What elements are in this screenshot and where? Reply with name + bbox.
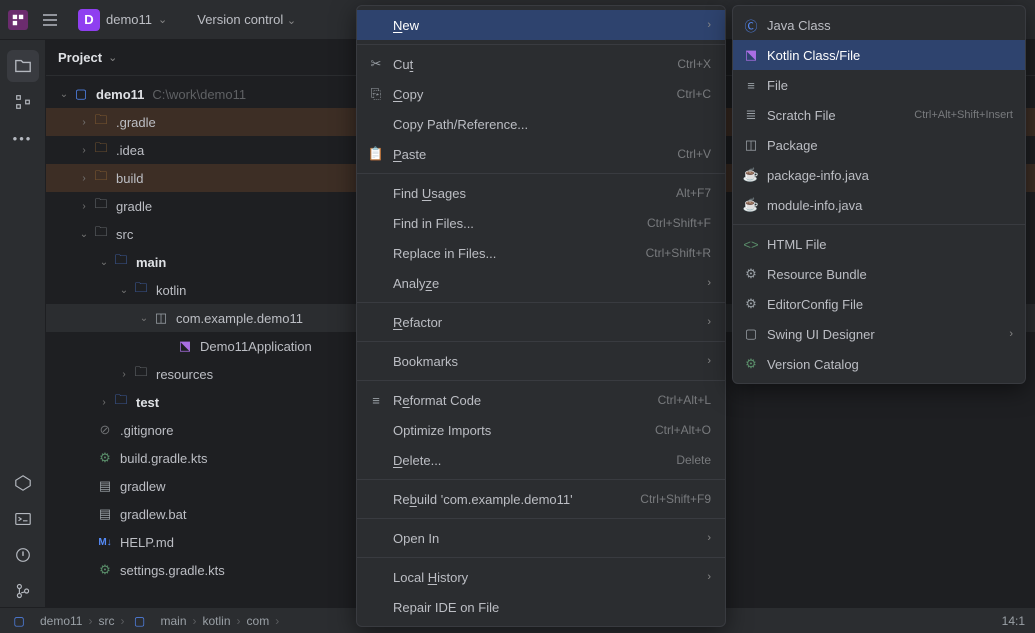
ctx-copy[interactable]: ⎘ Copy Ctrl+C <box>357 79 725 109</box>
sub-versioncatalog[interactable]: ⚙ Version Catalog <box>733 349 1025 379</box>
build-tool-icon[interactable] <box>7 467 39 499</box>
chevron-right-icon: › <box>707 19 711 31</box>
project-tool-icon[interactable] <box>7 50 39 82</box>
ctx-optimize[interactable]: Optimize Imports Ctrl+Alt+O <box>357 415 725 445</box>
java-icon: ☕ <box>742 197 760 213</box>
sub-moduleinfo[interactable]: ☕ module-info.java <box>733 190 1025 220</box>
ctx-analyze[interactable]: Analyze › <box>357 268 725 298</box>
ctx-findinfiles[interactable]: Find in Files... Ctrl+Shift+F <box>357 208 725 238</box>
line-column-indicator[interactable]: 14:1 <box>1002 614 1025 628</box>
sub-package[interactable]: ◫ Package <box>733 130 1025 160</box>
chevron-right-icon: › <box>707 316 711 328</box>
sub-javaclass[interactable]: Ⓒ Java Class <box>733 10 1025 40</box>
chevron-down-icon: ⌄ <box>158 13 167 26</box>
ctx-openin[interactable]: Open In › <box>357 523 725 553</box>
chevron-right-icon: › <box>707 355 711 367</box>
gear-icon: ⚙ <box>742 266 760 282</box>
ctx-delete[interactable]: Delete... Delete <box>357 445 725 475</box>
sub-scratch[interactable]: ≣ Scratch File Ctrl+Alt+Shift+Insert <box>733 100 1025 130</box>
sub-swing[interactable]: ▢ Swing UI Designer › <box>733 319 1025 349</box>
project-selector[interactable]: D demo11 ⌄ <box>72 5 173 35</box>
problems-tool-icon[interactable] <box>7 539 39 571</box>
chevron-right-icon: › <box>707 532 711 544</box>
copy-icon: ⎘ <box>367 86 385 102</box>
sub-packageinfo[interactable]: ☕ package-info.java <box>733 160 1025 190</box>
java-icon: ☕ <box>742 167 760 183</box>
main-menu-icon[interactable] <box>36 6 64 34</box>
sub-resourcebundle[interactable]: ⚙ Resource Bundle <box>733 259 1025 289</box>
ctx-reformat[interactable]: ≡ Reformat Code Ctrl+Alt+L <box>357 385 725 415</box>
project-name: demo11 <box>106 12 152 27</box>
ctx-replaceinfiles[interactable]: Replace in Files... Ctrl+Shift+R <box>357 238 725 268</box>
ctx-new[interactable]: New › <box>357 10 725 40</box>
structure-tool-icon[interactable] <box>7 86 39 118</box>
context-menu: New › ✂ Cut Ctrl+X ⎘ Copy Ctrl+C Copy Pa… <box>356 5 726 627</box>
new-submenu: Ⓒ Java Class ⬔ Kotlin Class/File ≡ File … <box>732 5 1026 384</box>
chevron-down-icon: ⌄ <box>108 51 117 64</box>
panel-title: Project <box>58 50 102 65</box>
ctx-localhistory[interactable]: Local History › <box>357 562 725 592</box>
chevron-right-icon: › <box>707 277 711 289</box>
more-tools-icon[interactable]: ••• <box>7 122 39 154</box>
sub-file[interactable]: ≡ File <box>733 70 1025 100</box>
scratch-icon: ≣ <box>742 107 760 123</box>
html-icon: <> <box>742 237 760 252</box>
sub-editorconfig[interactable]: ⚙ EditorConfig File <box>733 289 1025 319</box>
scissors-icon: ✂ <box>367 56 385 72</box>
app-icon <box>8 10 28 30</box>
lines-icon: ≡ <box>367 393 385 408</box>
gear-icon: ⚙ <box>742 296 760 312</box>
kotlin-icon: ⬔ <box>742 47 760 63</box>
ctx-findusages[interactable]: Find Usages Alt+F7 <box>357 178 725 208</box>
ctx-copypath[interactable]: Copy Path/Reference... <box>357 109 725 139</box>
left-tool-rail: ••• <box>0 40 46 607</box>
ctx-cut[interactable]: ✂ Cut Ctrl+X <box>357 49 725 79</box>
ctx-refactor[interactable]: Refactor › <box>357 307 725 337</box>
file-icon: ≡ <box>742 78 760 93</box>
java-class-icon: Ⓒ <box>742 16 760 35</box>
git-tool-icon[interactable] <box>7 575 39 607</box>
chevron-right-icon: › <box>1009 328 1013 340</box>
gradle-icon: ⚙ <box>742 356 760 372</box>
clipboard-icon: 📋 <box>367 146 385 162</box>
ctx-rebuild[interactable]: Rebuild 'com.example.demo11' Ctrl+Shift+… <box>357 484 725 514</box>
sub-kotlinclass[interactable]: ⬔ Kotlin Class/File <box>733 40 1025 70</box>
ctx-paste[interactable]: 📋 Paste Ctrl+V <box>357 139 725 169</box>
package-icon: ◫ <box>742 137 760 153</box>
vcs-menu[interactable]: Version control ⌄ <box>189 8 304 31</box>
project-badge: D <box>78 9 100 31</box>
terminal-tool-icon[interactable] <box>7 503 39 535</box>
breadcrumb[interactable]: ▢demo11 › src › ▢main › kotlin › com › <box>10 614 279 628</box>
window-icon: ▢ <box>742 326 760 342</box>
sub-html[interactable]: <> HTML File <box>733 229 1025 259</box>
ctx-bookmarks[interactable]: Bookmarks › <box>357 346 725 376</box>
chevron-right-icon: › <box>707 571 711 583</box>
ctx-repairide[interactable]: Repair IDE on File <box>357 592 725 622</box>
